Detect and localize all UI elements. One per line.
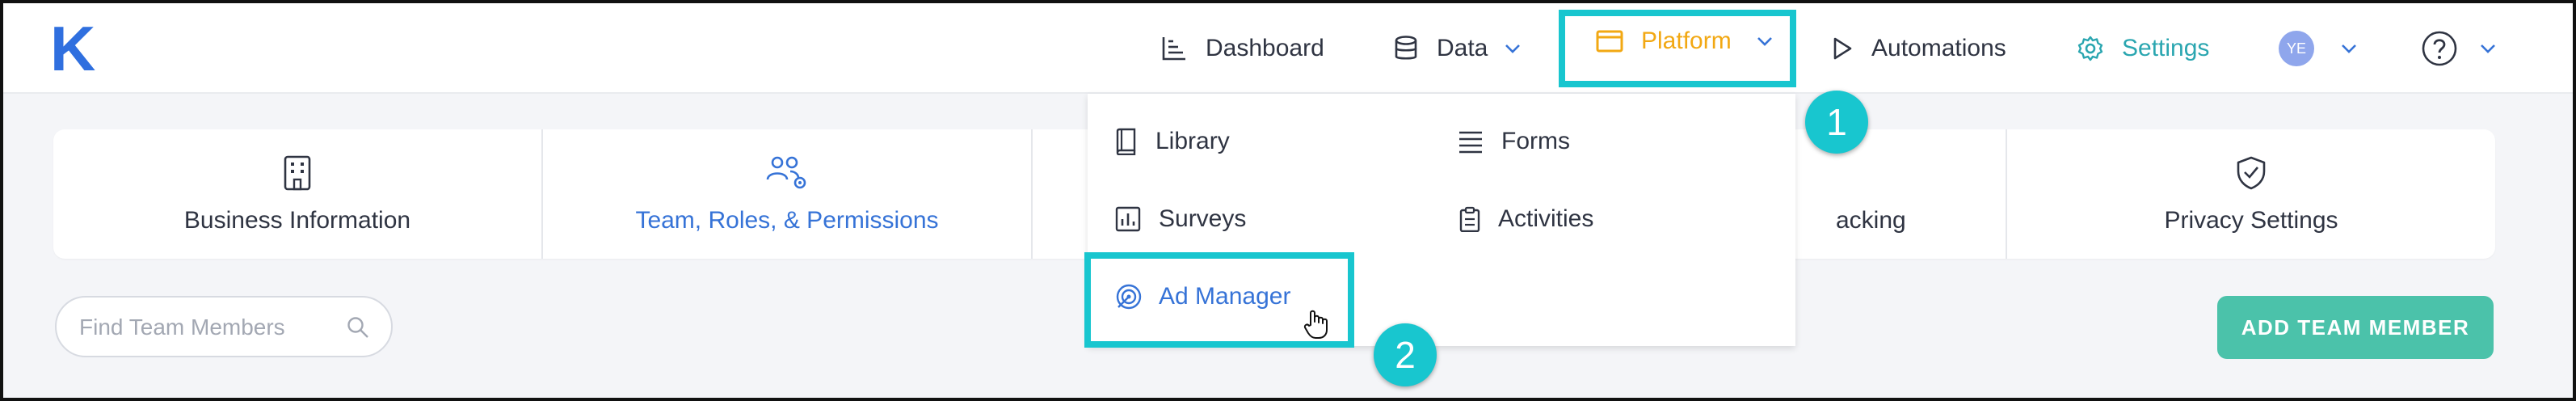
play-icon: [1833, 37, 1852, 60]
app-logo[interactable]: K: [50, 15, 95, 82]
chart-icon: [1162, 37, 1185, 61]
book-icon: [1116, 128, 1136, 155]
help-icon: [2422, 31, 2457, 66]
nav-platform-highlight[interactable]: Platform: [1559, 10, 1796, 87]
menu-item-activities[interactable]: Activities: [1459, 199, 1593, 239]
tab-team-roles-permissions[interactable]: Team, Roles, & Permissions: [543, 129, 1031, 259]
step-callout-1: 1: [1805, 91, 1868, 154]
avatar: YE: [2279, 31, 2314, 66]
nav-settings-label: Settings: [2122, 35, 2210, 61]
clipboard-icon: [1459, 206, 1480, 232]
tab-privacy-settings[interactable]: Privacy Settings: [2007, 129, 2495, 259]
menu-item-forms[interactable]: Forms: [1458, 121, 1570, 162]
menu-item-ad-manager[interactable]: Ad Manager: [1115, 283, 1290, 310]
nav-platform[interactable]: Platform: [1596, 27, 1774, 55]
gear-icon: [2077, 36, 2103, 61]
help-menu[interactable]: [2421, 27, 2497, 70]
tab-label: Team, Roles, & Permissions: [635, 207, 939, 234]
user-menu[interactable]: YE: [2279, 27, 2358, 70]
menu-item-label: Activities: [1498, 205, 1594, 232]
top-navigation-bar: K Dashboard Data Platform Automations Se…: [3, 3, 2573, 94]
search-input[interactable]: [78, 311, 347, 344]
nav-automations-label: Automations: [1871, 35, 2006, 61]
chevron-down-icon: [2481, 44, 2495, 53]
search-icon[interactable]: [346, 315, 370, 340]
add-team-member-button[interactable]: ADD TEAM MEMBER: [2217, 296, 2494, 359]
lines-icon: [1459, 131, 1482, 154]
menu-item-surveys[interactable]: Surveys: [1115, 199, 1246, 239]
shield-check-icon: [2237, 156, 2266, 190]
nav-data-label: Data: [1437, 35, 1488, 61]
chevron-down-icon: [1757, 37, 1772, 46]
bar-chart-icon: [1115, 206, 1141, 232]
nav-settings[interactable]: Settings: [2077, 27, 2209, 70]
team-settings-icon: [766, 156, 806, 189]
nav-dashboard[interactable]: Dashboard: [1160, 27, 1324, 70]
ad-target-icon: [1116, 284, 1142, 310]
menu-item-library[interactable]: Library: [1113, 121, 1230, 162]
menu-item-label: Surveys: [1159, 205, 1247, 232]
database-icon: [1395, 36, 1417, 60]
building-icon: [284, 155, 311, 191]
tab-label: Business Information: [183, 207, 411, 234]
chevron-down-icon: [1505, 44, 1521, 53]
nav-dashboard-label: Dashboard: [1206, 35, 1324, 61]
menu-item-label: Ad Manager: [1159, 283, 1291, 310]
nav-automations[interactable]: Automations: [1831, 27, 2006, 70]
nav-platform-label: Platform: [1641, 27, 1732, 54]
tab-business-information[interactable]: Business Information: [53, 129, 541, 259]
nav-data[interactable]: Data: [1393, 27, 1522, 70]
menu-item-label: Library: [1155, 128, 1230, 154]
tab-label: Privacy Settings: [2164, 207, 2338, 234]
app-window: K Dashboard Data Platform Automations Se…: [0, 0, 2576, 401]
step-callout-2: 2: [1374, 323, 1437, 386]
window-icon: [1596, 30, 1623, 53]
search-field[interactable]: [55, 296, 393, 357]
hand-cursor-icon: [1303, 310, 1328, 339]
chevron-down-icon: [2342, 44, 2356, 53]
menu-item-label: Forms: [1501, 128, 1570, 154]
